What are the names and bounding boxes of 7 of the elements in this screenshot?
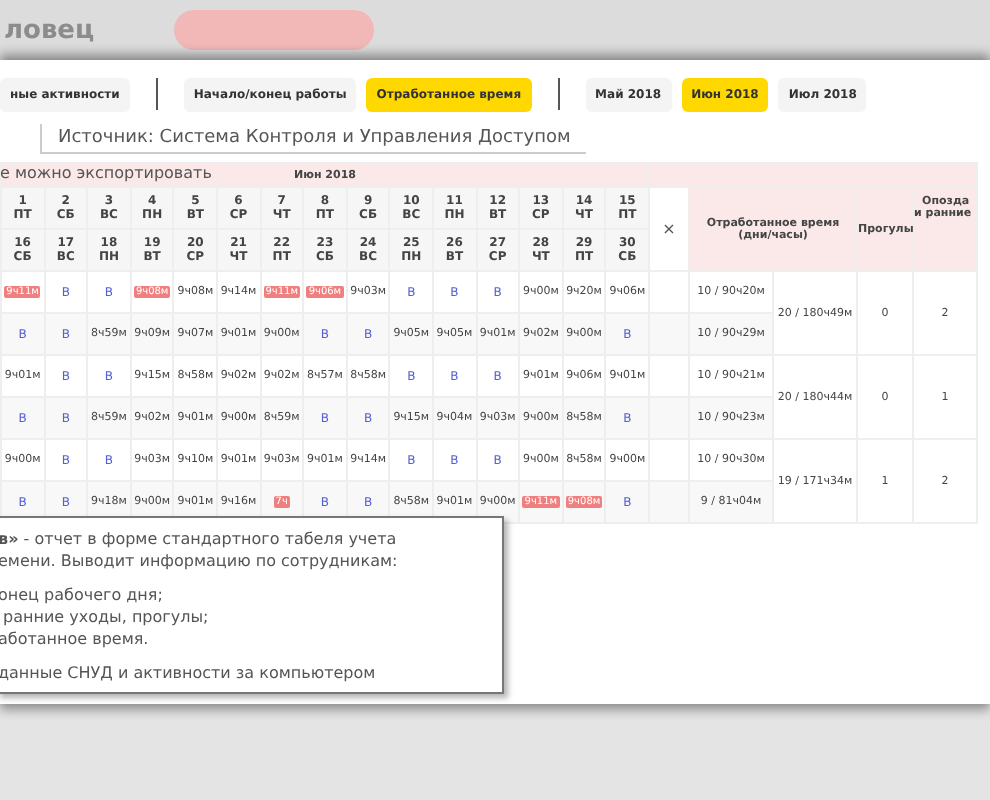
- callout-text: ранние уходы, прогулы;: [1, 606, 211, 628]
- export-note: е можно экспортировать: [0, 164, 212, 182]
- callout-text: в» - отчет в форме стандартного табеля учета: [0, 528, 399, 550]
- source-tab[interactable]: Источник: Система Контроля и Управления Доступом: [40, 124, 587, 154]
- close-icon[interactable]: ×: [662, 220, 676, 238]
- app-title: ловец: [4, 15, 95, 45]
- action-button[interactable]: [174, 10, 375, 50]
